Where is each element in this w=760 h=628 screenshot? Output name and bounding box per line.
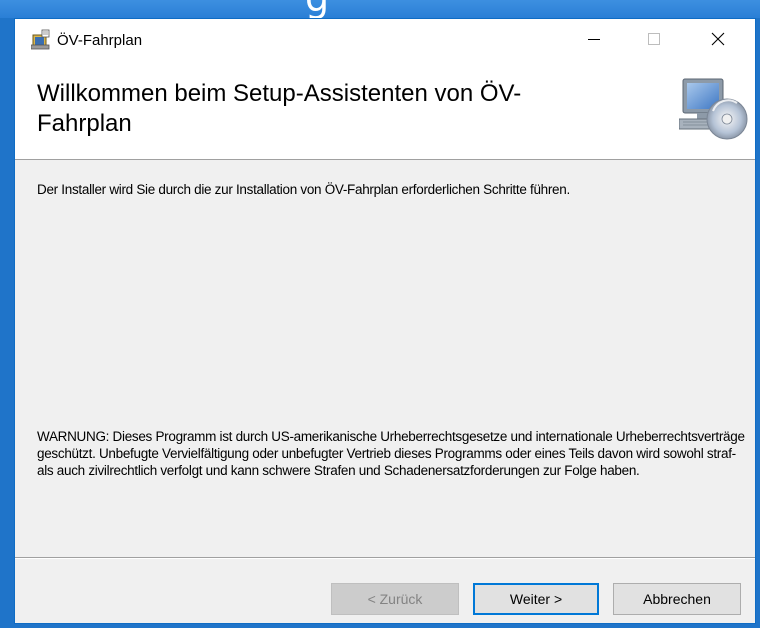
titlebar[interactable]: ÖV-Fahrplan	[15, 19, 755, 63]
page-title: Willkommen beim Setup-Assistenten von ÖV…	[37, 80, 522, 137]
close-icon	[711, 32, 725, 51]
window-title: ÖV-Fahrplan	[57, 32, 143, 49]
next-button[interactable]: Weiter >	[473, 583, 599, 615]
back-button[interactable]: < Zurück	[331, 583, 459, 615]
wizard-header: Willkommen beim Setup-Assistenten von ÖV…	[15, 63, 755, 160]
setup-window: ÖV-Fahrplan Willkommen beim Setup-Assist…	[14, 18, 756, 624]
computer-cd-icon	[678, 77, 749, 143]
installer-app-icon	[30, 29, 51, 51]
maximize-icon	[648, 32, 660, 50]
footer-divider	[15, 557, 755, 559]
desktop-background: g	[0, 0, 760, 18]
desktop-text-fragment: g	[305, 0, 329, 18]
minimize-button[interactable]	[571, 19, 617, 63]
cancel-button[interactable]: Abbrechen	[613, 583, 741, 615]
intro-text: Der Installer wird Sie durch die zur Ins…	[37, 182, 570, 197]
copyright-warning-text: WARNUNG: Dieses Programm ist durch US-am…	[37, 429, 745, 478]
wizard-content: Der Installer wird Sie durch die zur Ins…	[15, 160, 755, 550]
minimize-icon	[588, 32, 600, 50]
close-button[interactable]	[695, 19, 741, 63]
maximize-button[interactable]	[631, 19, 677, 63]
